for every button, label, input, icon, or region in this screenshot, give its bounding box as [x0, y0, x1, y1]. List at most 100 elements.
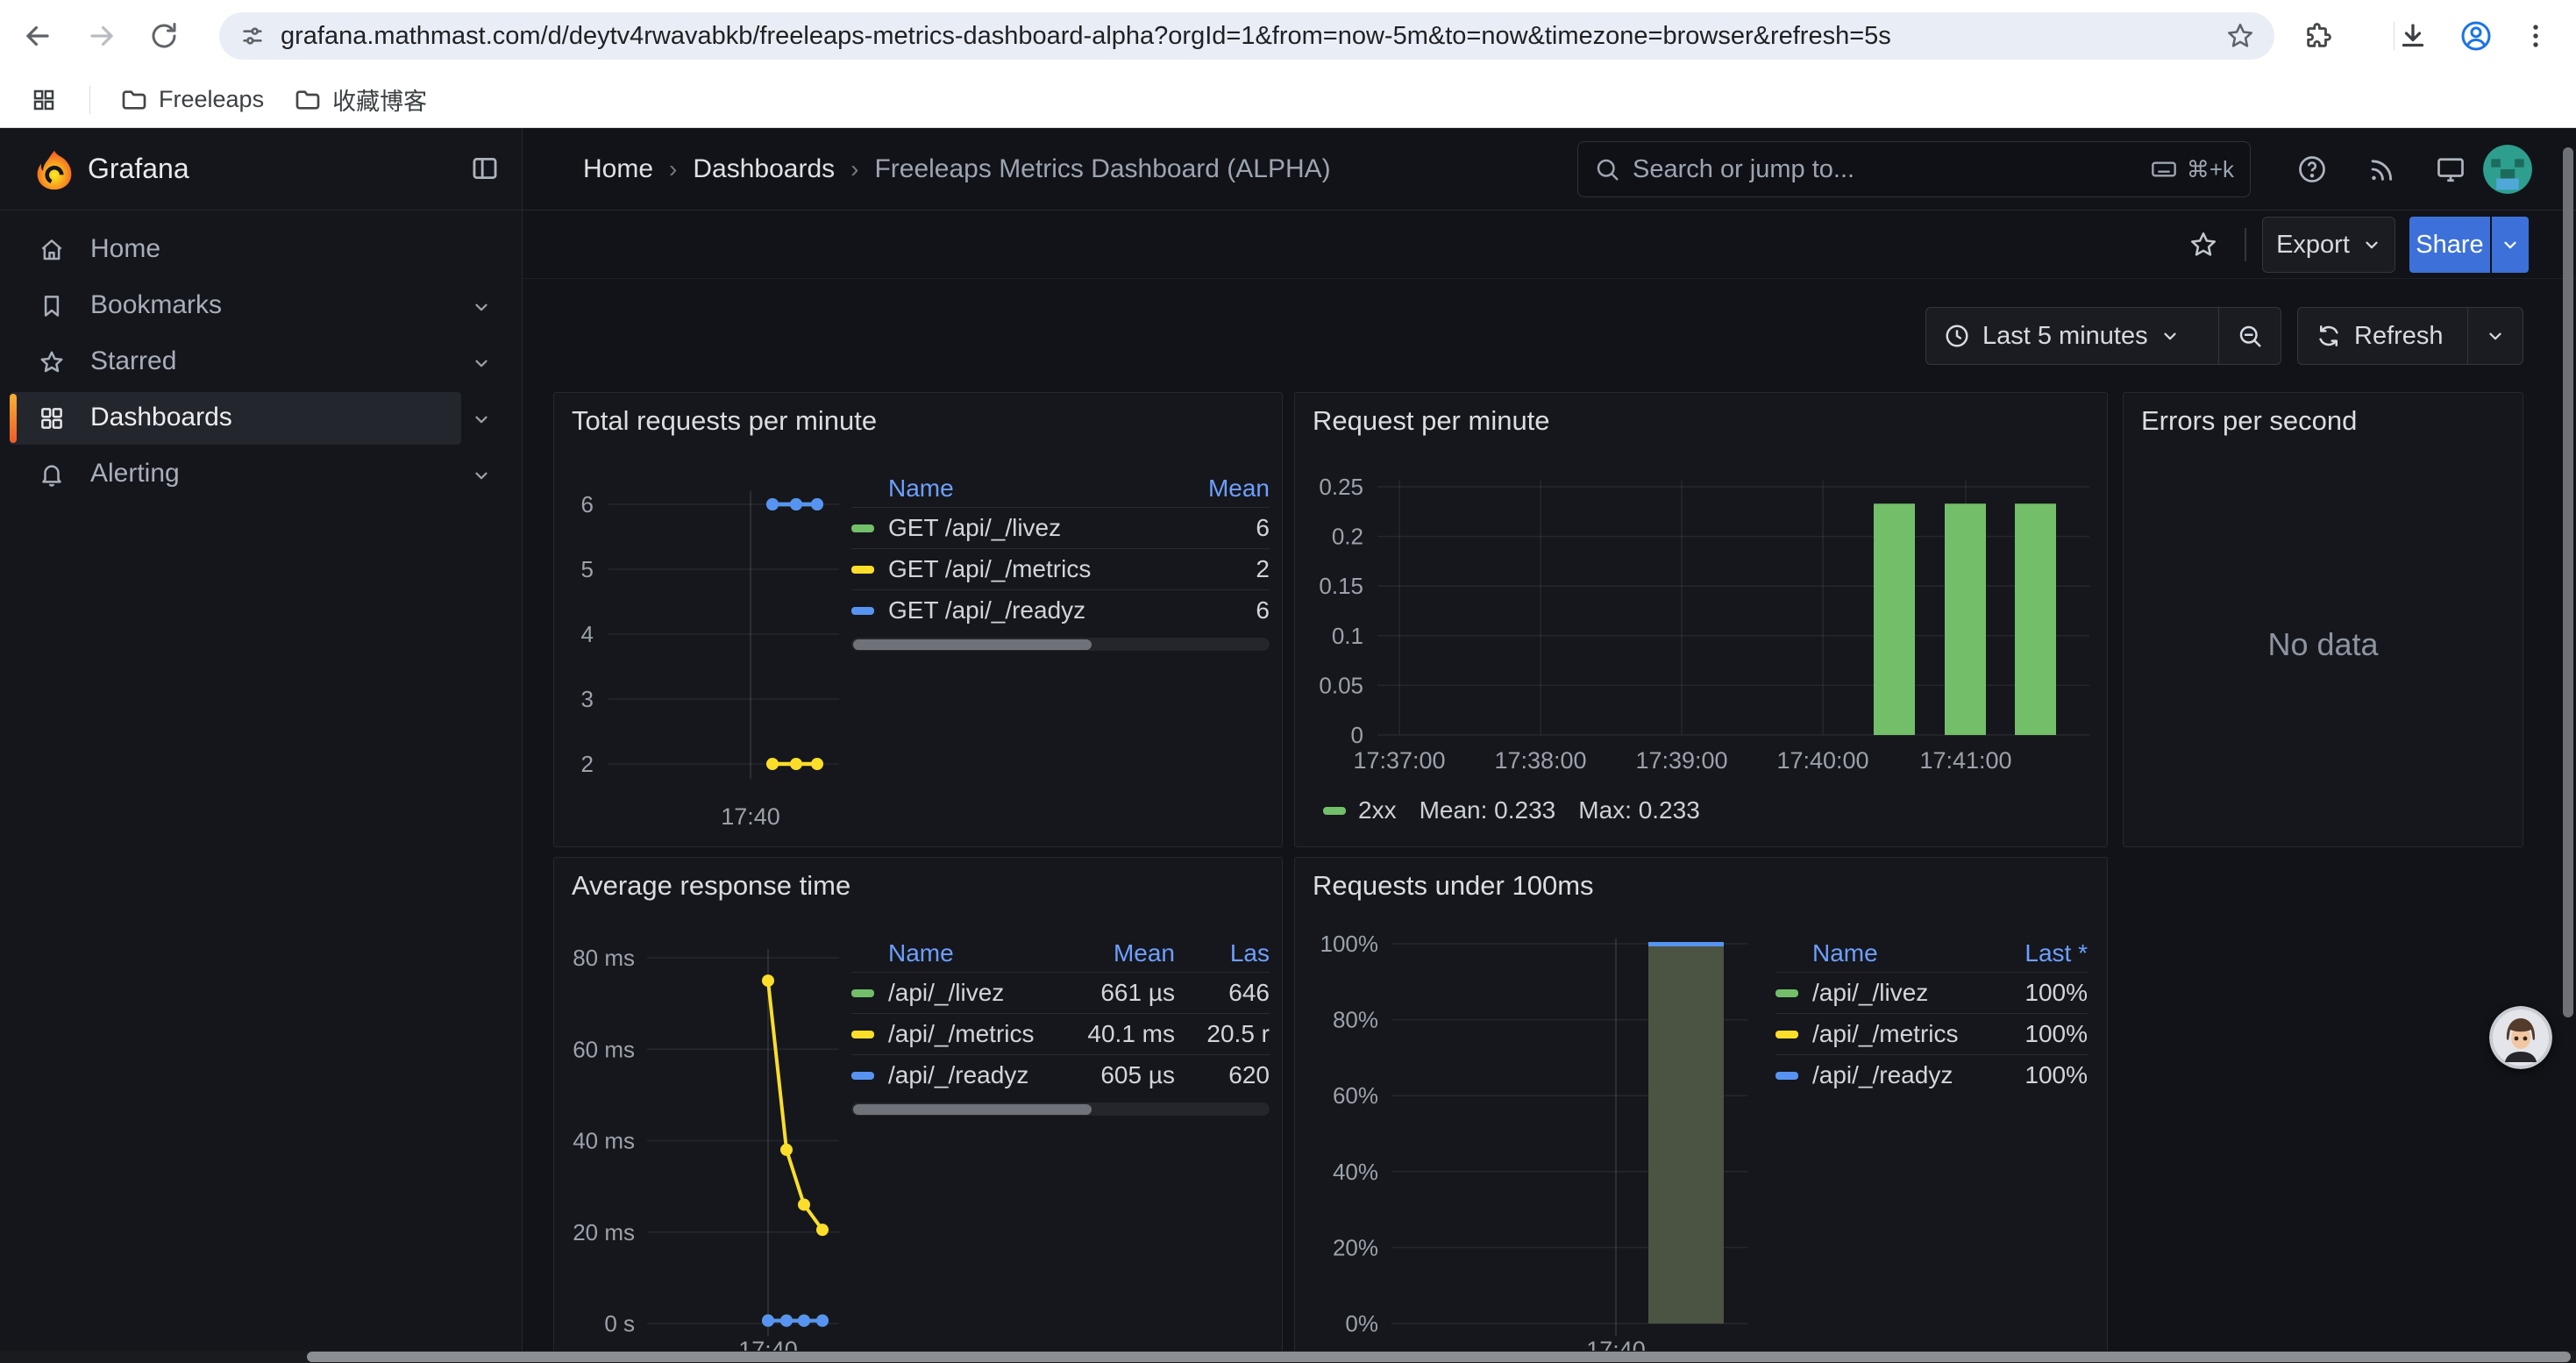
sidebar-item-label: Alerting	[90, 459, 180, 489]
legend-scrollbar[interactable]	[851, 638, 1270, 651]
legend-row[interactable]: /api/_/readyz 605 µs 620	[851, 1054, 1270, 1095]
bookmark-folder-blogs[interactable]: 收藏博客	[294, 82, 427, 117]
browser-menu-button[interactable]	[2515, 15, 2557, 57]
legend-row[interactable]: /api/_/livez 661 µs 646	[851, 972, 1270, 1013]
svg-text:40%: 40%	[1333, 1159, 1378, 1185]
svg-text:6: 6	[581, 491, 594, 517]
display-button[interactable]	[2430, 148, 2472, 190]
legend-row[interactable]: GET /api/_/metrics 2	[851, 548, 1270, 589]
time-range-picker[interactable]: Last 5 minutes	[1926, 308, 2218, 364]
breadcrumb-dashboards[interactable]: Dashboards	[693, 154, 835, 184]
sidebar-item-home[interactable]: Home	[0, 222, 522, 278]
url-bar[interactable]	[219, 12, 2274, 60]
svg-text:17:41:00: 17:41:00	[1919, 747, 2011, 774]
panel-request-per-minute: 0.250.20.150.10.05017:37:0017:38:0017:39…	[1294, 392, 2108, 847]
sidebar-item-bookmarks[interactable]: Bookmarks	[0, 278, 522, 334]
apps-button[interactable]	[23, 79, 65, 121]
legend-scrollbar[interactable]	[851, 1103, 1270, 1116]
sidebar-item-label: Starred	[90, 346, 176, 376]
legend-row[interactable]: GET /api/_/livez 6	[851, 507, 1270, 548]
share-menu-button[interactable]	[2492, 217, 2529, 273]
grid-icon	[39, 405, 65, 432]
share-button[interactable]: Share	[2409, 217, 2490, 273]
legend-header-mean[interactable]: Mean	[1173, 475, 1270, 503]
panel-title[interactable]: Request per minute	[1313, 405, 1550, 437]
help-button[interactable]	[2291, 148, 2333, 190]
series-name: /api/_/metrics	[888, 1020, 1035, 1048]
refresh-button[interactable]: Refresh	[2298, 308, 2467, 364]
forward-button[interactable]	[81, 15, 123, 57]
profile-button[interactable]	[2455, 15, 2497, 57]
legend-header-name[interactable]: Name	[1775, 939, 1982, 967]
legend-row[interactable]: /api/_/metrics 100%	[1775, 1013, 2088, 1054]
legend-header-name[interactable]: Name	[851, 939, 1043, 967]
star-icon	[39, 349, 65, 375]
refresh-interval-button[interactable]	[2468, 308, 2523, 364]
legend-row[interactable]: /api/_/livez 100%	[1775, 972, 2088, 1013]
sidebar-nav: Home Bookmarks Starred Dashboards	[0, 211, 522, 503]
legend-inline[interactable]: 2xx Mean: 0.233 Max: 0.233	[1323, 796, 1700, 824]
extensions-button[interactable]	[2297, 15, 2339, 57]
sidebar-item-label: Bookmarks	[90, 290, 222, 320]
assistant-avatar[interactable]	[2489, 1006, 2552, 1069]
legend-row[interactable]: /api/_/readyz 100%	[1775, 1054, 2088, 1095]
svg-text:80 ms: 80 ms	[573, 945, 635, 971]
bookmark-folder-freeleaps[interactable]: Freeleaps	[120, 86, 264, 114]
panel-title[interactable]: Errors per second	[2141, 405, 2357, 437]
series-swatch	[851, 1031, 874, 1038]
time-range-controls: Last 5 minutes	[1925, 307, 2281, 365]
legend-header-name[interactable]: Name	[851, 475, 1173, 503]
page-vertical-scrollbar[interactable]	[2563, 147, 2573, 1017]
legend-row[interactable]: /api/_/metrics 40.1 ms 20.5 r	[851, 1013, 1270, 1054]
legend-header-last[interactable]: Las	[1175, 939, 1270, 967]
legend-row[interactable]: GET /api/_/readyz 6	[851, 589, 1270, 631]
svg-text:17:38:00: 17:38:00	[1494, 747, 1586, 774]
series-name: /api/_/livez	[1812, 979, 1928, 1007]
legend-table: Name Mean Las /api/_/livez 661 µs 646 /a…	[851, 935, 1270, 1116]
svg-text:40 ms: 40 ms	[573, 1128, 635, 1154]
sidebar-item-alerting[interactable]: Alerting	[0, 446, 522, 503]
legend-header-mean[interactable]: Mean	[1043, 939, 1175, 967]
back-button[interactable]	[17, 15, 59, 57]
browser-chrome: Freeleaps 收藏博客	[0, 0, 2576, 128]
news-button[interactable]	[2360, 148, 2402, 190]
bookmark-label: 收藏博客	[332, 82, 427, 117]
app-header: Home › Dashboards › Freeleaps Metrics Da…	[523, 128, 2576, 211]
series-swatch	[851, 989, 874, 997]
page-horizontal-scrollbar[interactable]	[0, 1351, 2576, 1363]
bookmark-star-icon[interactable]	[2225, 21, 2255, 51]
panel-title[interactable]: Total requests per minute	[572, 405, 877, 437]
breadcrumb: Home › Dashboards › Freeleaps Metrics Da…	[583, 128, 1331, 211]
zoom-out-button[interactable]	[2219, 308, 2281, 364]
panel-average-response-time: 80 ms60 ms40 ms20 ms0 s17:40 Average res…	[553, 857, 1283, 1363]
monitor-icon	[2435, 153, 2466, 185]
site-info-icon[interactable]	[238, 22, 267, 50]
series-swatch	[851, 525, 874, 532]
panel-title[interactable]: Average response time	[572, 870, 850, 902]
reload-button[interactable]	[143, 15, 185, 57]
url-input[interactable]	[281, 22, 2225, 51]
collapse-sidebar-button[interactable]	[470, 153, 500, 183]
grafana-app: Grafana Home Bookmarks Starred	[0, 128, 2576, 1363]
grafana-logo-icon	[33, 149, 75, 191]
sidebar-item-starred[interactable]: Starred	[0, 334, 522, 390]
sidebar-item-dashboards[interactable]: Dashboards	[0, 390, 522, 446]
no-data-message: No data	[2124, 626, 2523, 663]
downloads-button[interactable]	[2392, 15, 2434, 57]
series-mean: 2	[1173, 555, 1270, 583]
search-input[interactable]	[1633, 155, 2150, 184]
search-box[interactable]: ⌘+k	[1577, 141, 2251, 197]
series-name: /api/_/metrics	[1812, 1020, 1959, 1048]
series-mean: Mean: 0.233	[1420, 796, 1556, 824]
breadcrumb-home[interactable]: Home	[583, 154, 653, 184]
series-swatch	[1323, 807, 1346, 815]
series-mean: 661 µs	[1043, 979, 1175, 1007]
svg-text:80%: 80%	[1333, 1007, 1378, 1033]
favorite-dashboard-button[interactable]	[2182, 224, 2224, 266]
legend-header-last[interactable]: Last *	[1982, 939, 2088, 967]
collapse-panel-icon	[470, 153, 500, 183]
export-button[interactable]: Export	[2262, 217, 2395, 273]
user-avatar[interactable]	[2483, 145, 2532, 194]
panel-title[interactable]: Requests under 100ms	[1313, 870, 1594, 902]
svg-text:17:39:00: 17:39:00	[1635, 747, 1727, 774]
